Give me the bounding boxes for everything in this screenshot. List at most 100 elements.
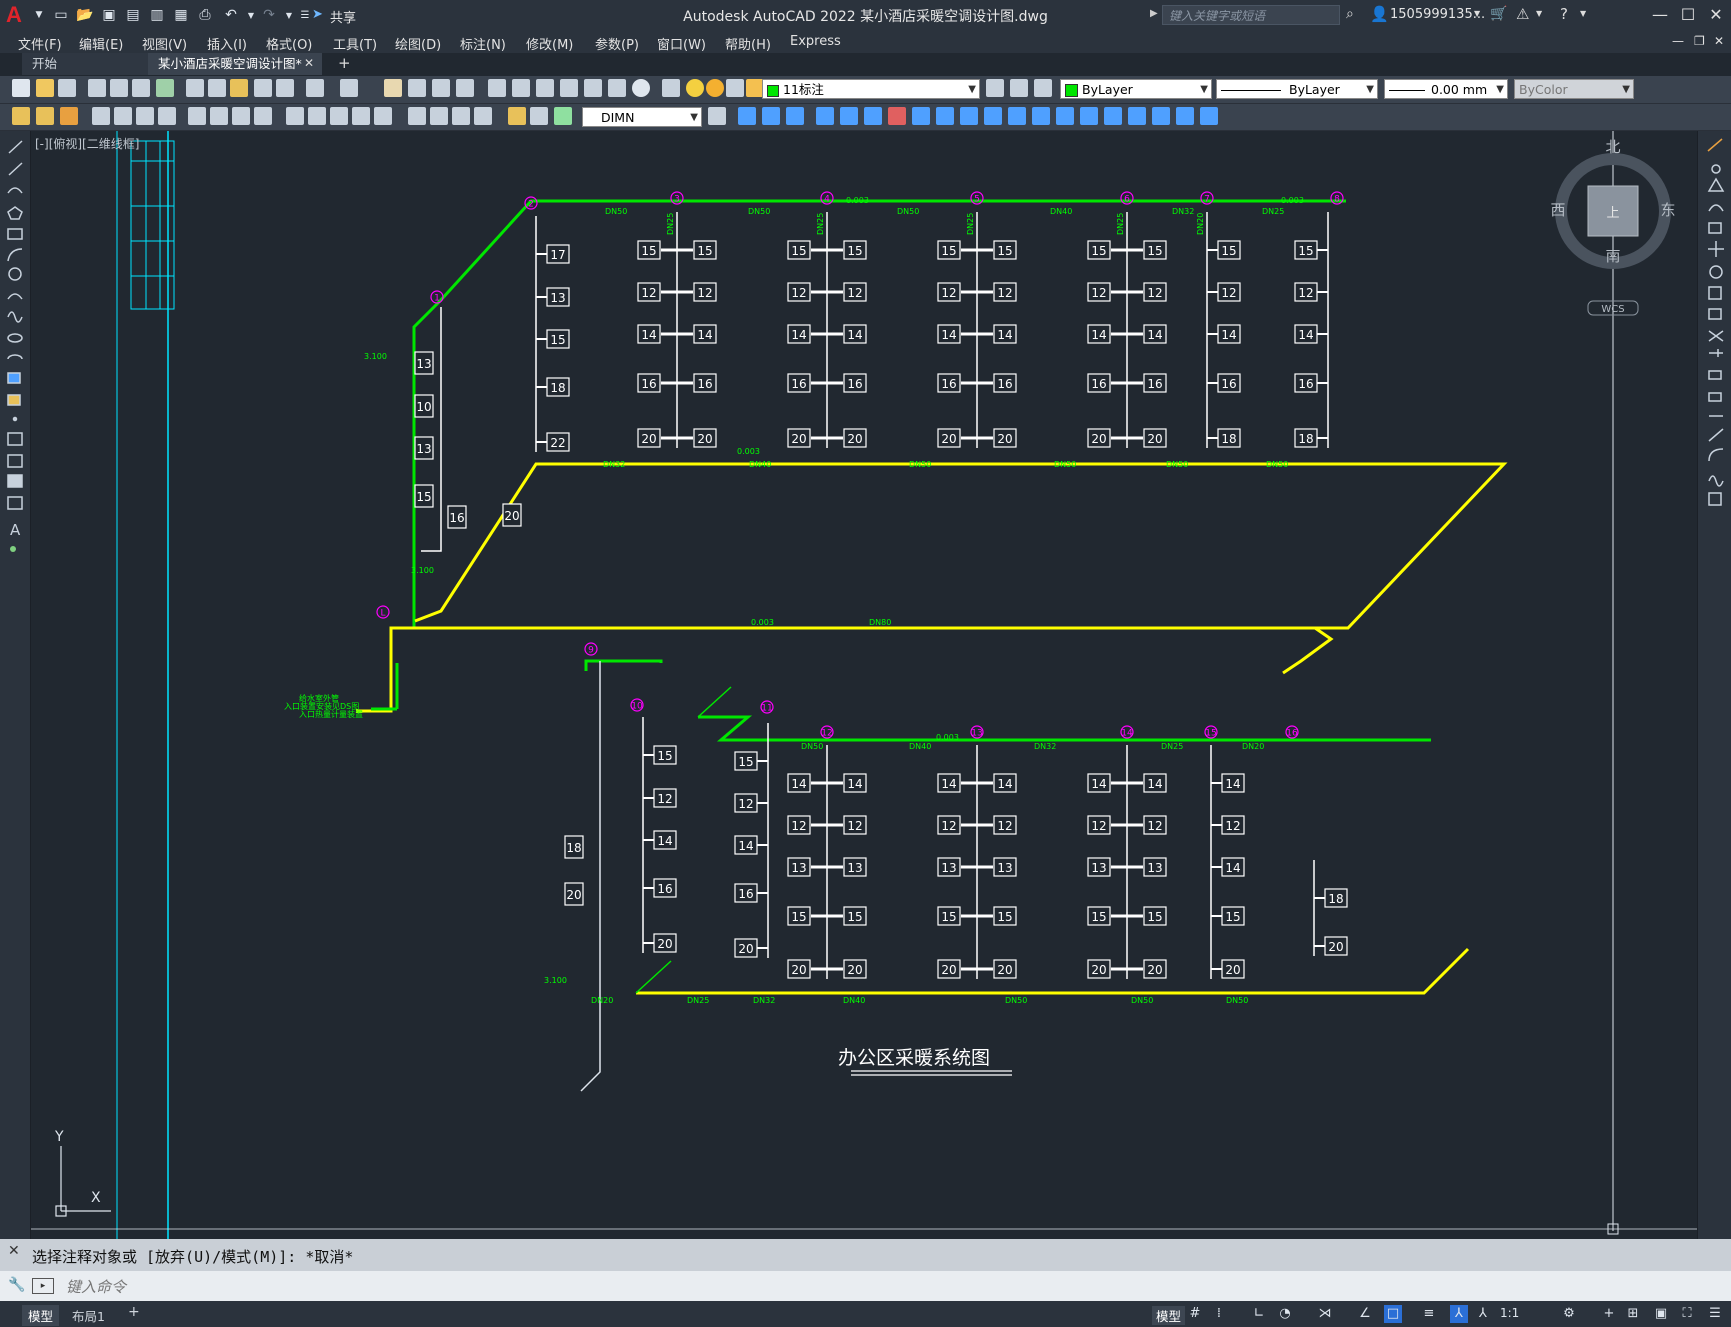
- publish-icon[interactable]: [132, 79, 150, 97]
- user-icon[interactable]: 👤: [1370, 5, 1389, 23]
- arc-length-dim-icon[interactable]: [136, 107, 154, 125]
- redo-icon[interactable]: ↷: [258, 4, 280, 26]
- menu-edit[interactable]: 编辑(E): [79, 34, 123, 53]
- cut-icon[interactable]: [186, 79, 204, 97]
- share-icon[interactable]: ➤: [312, 7, 323, 22]
- offset-icon[interactable]: [816, 107, 834, 125]
- save-icon[interactable]: ▣: [98, 4, 120, 26]
- model-space-button[interactable]: 模型: [1152, 1306, 1186, 1325]
- lineweight-select[interactable]: 0.00 mm ▼: [1384, 79, 1508, 99]
- save-as-icon[interactable]: ▤: [122, 4, 144, 26]
- minimize-icon[interactable]: —: [1646, 2, 1674, 28]
- copy-icon[interactable]: [208, 79, 226, 97]
- viewport-controls[interactable]: [-][俯视][二维线框]: [35, 135, 139, 152]
- linear-dim-icon[interactable]: [92, 107, 110, 125]
- add-layout-button[interactable]: +: [128, 1304, 140, 1320]
- grid-icon[interactable]: #: [1186, 1305, 1204, 1323]
- scale-icon[interactable]: [912, 107, 930, 125]
- menu-insert[interactable]: 插入(I): [207, 34, 247, 53]
- close-tab-icon[interactable]: ✕: [304, 56, 314, 70]
- draw-order-icon[interactable]: [1152, 107, 1170, 125]
- annotation-monitor-icon[interactable]: +: [1600, 1305, 1618, 1323]
- tolerance-icon[interactable]: [408, 107, 426, 125]
- make-current-icon[interactable]: [986, 79, 1004, 97]
- command-customize-icon[interactable]: 🔧: [8, 1277, 25, 1293]
- menu-modify[interactable]: 修改(M): [526, 34, 573, 53]
- continue-dim-icon[interactable]: [330, 107, 348, 125]
- calculator-icon[interactable]: [608, 79, 626, 97]
- design-center-icon[interactable]: [512, 79, 530, 97]
- color-select[interactable]: ByLayer ▼: [1060, 79, 1212, 99]
- tool-b-icon[interactable]: [36, 107, 54, 125]
- layer-freeze-icon[interactable]: [706, 79, 724, 97]
- annotation-visibility-icon[interactable]: ⅄: [1450, 1305, 1468, 1323]
- user-dropdown-icon[interactable]: ▼: [1474, 9, 1480, 18]
- autocad-logo-icon[interactable]: A: [6, 2, 22, 28]
- tool-palettes-icon[interactable]: [536, 79, 554, 97]
- baseline-dim-icon[interactable]: [308, 107, 326, 125]
- help-icon[interactable]: ?: [1560, 5, 1568, 23]
- sheet-set-icon[interactable]: [560, 79, 578, 97]
- snap-icon[interactable]: ⁞: [1210, 1305, 1228, 1323]
- command-close-icon[interactable]: ✕: [8, 1243, 20, 1259]
- isodraft-icon[interactable]: ⋊: [1316, 1305, 1334, 1323]
- draw-order-back-icon[interactable]: [1200, 107, 1218, 125]
- menu-help[interactable]: 帮助(H): [725, 34, 771, 53]
- object-snap-tracking-icon[interactable]: ∠: [1356, 1305, 1374, 1323]
- tab-start[interactable]: 开始: [22, 53, 148, 75]
- tool-c-icon[interactable]: [60, 107, 78, 125]
- break-icon[interactable]: [1008, 107, 1026, 125]
- save-icon-2[interactable]: [58, 79, 76, 97]
- quick-dim-icon[interactable]: [286, 107, 304, 125]
- workspace-gear-icon[interactable]: ⚙: [1560, 1305, 1578, 1323]
- new-file-icon[interactable]: ▭: [50, 4, 72, 26]
- inspection-icon[interactable]: [452, 107, 470, 125]
- block-editor-icon[interactable]: [276, 79, 294, 97]
- new-tab-button[interactable]: +: [338, 54, 351, 72]
- ortho-icon[interactable]: ∟: [1250, 1305, 1268, 1323]
- layer-vp-freeze-icon[interactable]: [726, 79, 744, 97]
- save-web-icon[interactable]: ▦: [170, 4, 192, 26]
- 3d-print-icon[interactable]: [156, 79, 174, 97]
- annotation-scale-auto-icon[interactable]: ⅄: [1474, 1305, 1492, 1323]
- match-properties-icon[interactable]: [254, 79, 272, 97]
- annotation-scale[interactable]: 1:1: [1500, 1306, 1519, 1320]
- tool-a-icon[interactable]: [12, 107, 30, 125]
- undo-icon-2[interactable]: [306, 79, 324, 97]
- blend-icon[interactable]: [1104, 107, 1122, 125]
- jogged-linear-icon[interactable]: [474, 107, 492, 125]
- quick-properties-icon[interactable]: ▣: [1652, 1305, 1670, 1323]
- open-icon[interactable]: [36, 79, 54, 97]
- command-input[interactable]: 键入命令: [66, 1276, 126, 1297]
- dimstyle-select[interactable]: DIMN ▼: [582, 107, 702, 127]
- move-icon[interactable]: [864, 107, 882, 125]
- menu-window[interactable]: 窗口(W): [657, 34, 706, 53]
- command-recent-icon[interactable]: ▸: [32, 1278, 54, 1294]
- aligned-dim-icon[interactable]: [114, 107, 132, 125]
- a360-icon[interactable]: ⚠: [1516, 5, 1529, 23]
- zoom-realtime-icon[interactable]: [408, 79, 426, 97]
- open-web-icon[interactable]: ▥: [146, 4, 168, 26]
- layer-previous-icon[interactable]: [1010, 79, 1028, 97]
- app-menu-chevron-icon[interactable]: ▼: [28, 4, 50, 26]
- customize-status-icon[interactable]: ☰: [1706, 1305, 1724, 1323]
- layer-properties-icon[interactable]: [662, 79, 680, 97]
- menu-tools[interactable]: 工具(T): [333, 34, 377, 53]
- diameter-dim-icon[interactable]: [232, 107, 250, 125]
- dim-break-icon[interactable]: [374, 107, 392, 125]
- layer-state-icon[interactable]: [1034, 79, 1052, 97]
- dim-update-icon[interactable]: [554, 107, 572, 125]
- help-icon-2[interactable]: [632, 79, 650, 97]
- object-snap-icon[interactable]: □: [1384, 1305, 1402, 1323]
- user-name[interactable]: 1505999135...: [1390, 7, 1485, 22]
- open-file-icon[interactable]: 📂: [74, 4, 96, 26]
- search-icon[interactable]: ⌕: [1346, 6, 1354, 22]
- search-expand-icon[interactable]: ▶: [1150, 8, 1158, 19]
- dim-edit-icon[interactable]: [508, 107, 526, 125]
- menu-express[interactable]: Express: [790, 34, 841, 49]
- menu-draw[interactable]: 绘图(D): [395, 34, 441, 53]
- copy-object-icon[interactable]: [762, 107, 780, 125]
- layer-select[interactable]: 11标注 ▼: [762, 79, 980, 99]
- layout1-tab[interactable]: 布局1: [72, 1306, 105, 1325]
- mirror-icon[interactable]: [786, 107, 804, 125]
